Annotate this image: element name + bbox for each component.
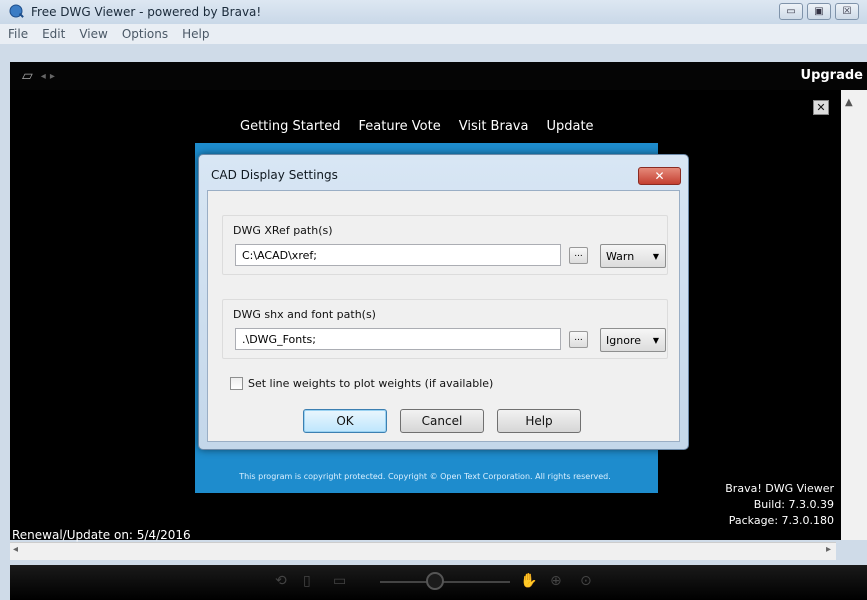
- rotate-icon[interactable]: ⟲: [275, 573, 287, 589]
- dialog-close-button[interactable]: ✕: [638, 167, 681, 185]
- copyright-text: This program is copyright protected. Cop…: [239, 472, 611, 481]
- line-weights-row: Set line weights to plot weights (if ava…: [230, 377, 493, 390]
- pan-hand-icon[interactable]: ✋: [520, 573, 537, 589]
- zoom-slider-track[interactable]: [380, 581, 510, 583]
- maximize-button[interactable]: ▣: [807, 3, 831, 20]
- chevron-down-icon: ▼: [652, 252, 659, 261]
- xref-path-input[interactable]: [235, 244, 561, 266]
- toolbar: ▱ ◂ ▸ Upgrade: [10, 62, 867, 90]
- back-icon[interactable]: ◂: [41, 71, 46, 82]
- font-path-input[interactable]: [235, 328, 561, 350]
- xref-mode-value: Warn: [606, 249, 635, 263]
- scroll-right-icon[interactable]: ▸: [826, 544, 831, 555]
- xref-group: DWG XRef path(s) ... Warn ▼: [222, 215, 668, 275]
- update-link[interactable]: Update: [546, 119, 593, 134]
- build-info: Brava! DWG Viewer Build: 7.3.0.39 Packag…: [716, 481, 834, 529]
- app-logo-icon: [9, 4, 24, 18]
- upgrade-button[interactable]: Upgrade: [801, 68, 863, 83]
- feature-vote-link[interactable]: Feature Vote: [359, 119, 441, 134]
- font-mode-value: Ignore: [606, 333, 641, 347]
- line-weights-label[interactable]: Set line weights to plot weights (if ava…: [248, 377, 493, 390]
- product-name: Brava! DWG Viewer: [725, 482, 834, 495]
- xref-label: DWG XRef path(s): [233, 224, 333, 237]
- help-button[interactable]: Help: [497, 409, 581, 433]
- title-bar: Free DWG Viewer - powered by Brava! ▭ ▣ …: [0, 0, 867, 24]
- fit-icon[interactable]: ▭: [333, 573, 346, 589]
- menu-bar: File Edit View Options Help: [0, 24, 867, 44]
- xref-mode-select[interactable]: Warn ▼: [600, 244, 666, 268]
- chevron-down-icon: ▼: [652, 336, 659, 345]
- zoom-icon[interactable]: ⊙: [580, 573, 592, 589]
- zoom-window-icon[interactable]: ⊕: [550, 573, 562, 589]
- getting-started-link[interactable]: Getting Started: [240, 119, 341, 134]
- menu-options[interactable]: Options: [122, 27, 168, 41]
- cad-display-settings-dialog: CAD Display Settings ✕ DWG XRef path(s) …: [198, 154, 689, 450]
- menu-view[interactable]: View: [79, 27, 107, 41]
- page-icon[interactable]: ▯: [303, 573, 311, 589]
- xref-browse-button[interactable]: ...: [569, 247, 588, 264]
- bottom-toolbar: ⟲ ▯ ▭ ✋ ⊕ ⊙: [10, 565, 867, 600]
- scroll-left-icon[interactable]: ◂: [13, 544, 18, 555]
- minimize-button[interactable]: ▭: [779, 3, 803, 20]
- package-number: Package: 7.3.0.180: [728, 514, 834, 527]
- zoom-slider-handle[interactable]: [426, 572, 444, 590]
- vertical-scrollbar[interactable]: [841, 90, 867, 540]
- dialog-title: CAD Display Settings: [211, 168, 338, 182]
- close-window-button[interactable]: ☒: [835, 3, 859, 20]
- cancel-button[interactable]: Cancel: [400, 409, 484, 433]
- renewal-date: Renewal/Update on: 5/4/2016: [12, 528, 191, 542]
- ok-button[interactable]: OK: [303, 409, 387, 433]
- close-panel-icon[interactable]: ✕: [813, 100, 829, 115]
- font-path-label: DWG shx and font path(s): [233, 308, 376, 321]
- scroll-up-icon[interactable]: ▲: [845, 97, 853, 108]
- menu-edit[interactable]: Edit: [42, 27, 65, 41]
- font-path-group: DWG shx and font path(s) ... Ignore ▼: [222, 299, 668, 359]
- build-number: Build: 7.3.0.39: [753, 498, 834, 511]
- visit-brava-link[interactable]: Visit Brava: [459, 119, 529, 134]
- font-browse-button[interactable]: ...: [569, 331, 588, 348]
- dialog-body: DWG XRef path(s) ... Warn ▼ DWG shx and …: [207, 190, 680, 442]
- forward-icon[interactable]: ▸: [50, 71, 55, 82]
- menu-help[interactable]: Help: [182, 27, 209, 41]
- menu-file[interactable]: File: [8, 27, 28, 41]
- open-folder-icon[interactable]: ▱: [22, 68, 33, 84]
- horizontal-scrollbar[interactable]: ◂ ▸: [10, 542, 836, 560]
- line-weights-checkbox[interactable]: [230, 377, 243, 390]
- window-title: Free DWG Viewer - powered by Brava!: [31, 5, 262, 19]
- start-page-nav: Getting Started Feature Vote Visit Brava…: [240, 119, 612, 134]
- font-mode-select[interactable]: Ignore ▼: [600, 328, 666, 352]
